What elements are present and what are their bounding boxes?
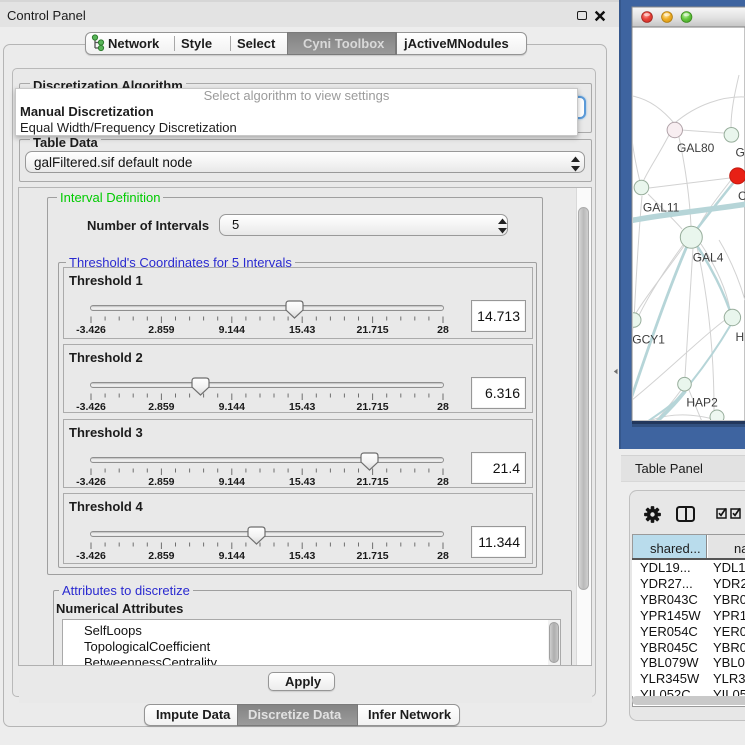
svg-text:GAL4: GAL4	[693, 250, 724, 264]
svg-text:GA: GA	[736, 146, 745, 160]
svg-text:CB: CB	[738, 189, 745, 203]
svg-text:GAL80: GAL80	[677, 141, 715, 155]
svg-text:HAP2: HAP2	[686, 395, 718, 409]
svg-text:GCY1: GCY1	[632, 333, 665, 347]
svg-text:GAL11: GAL11	[643, 201, 680, 215]
svg-text:HI: HI	[736, 330, 745, 344]
